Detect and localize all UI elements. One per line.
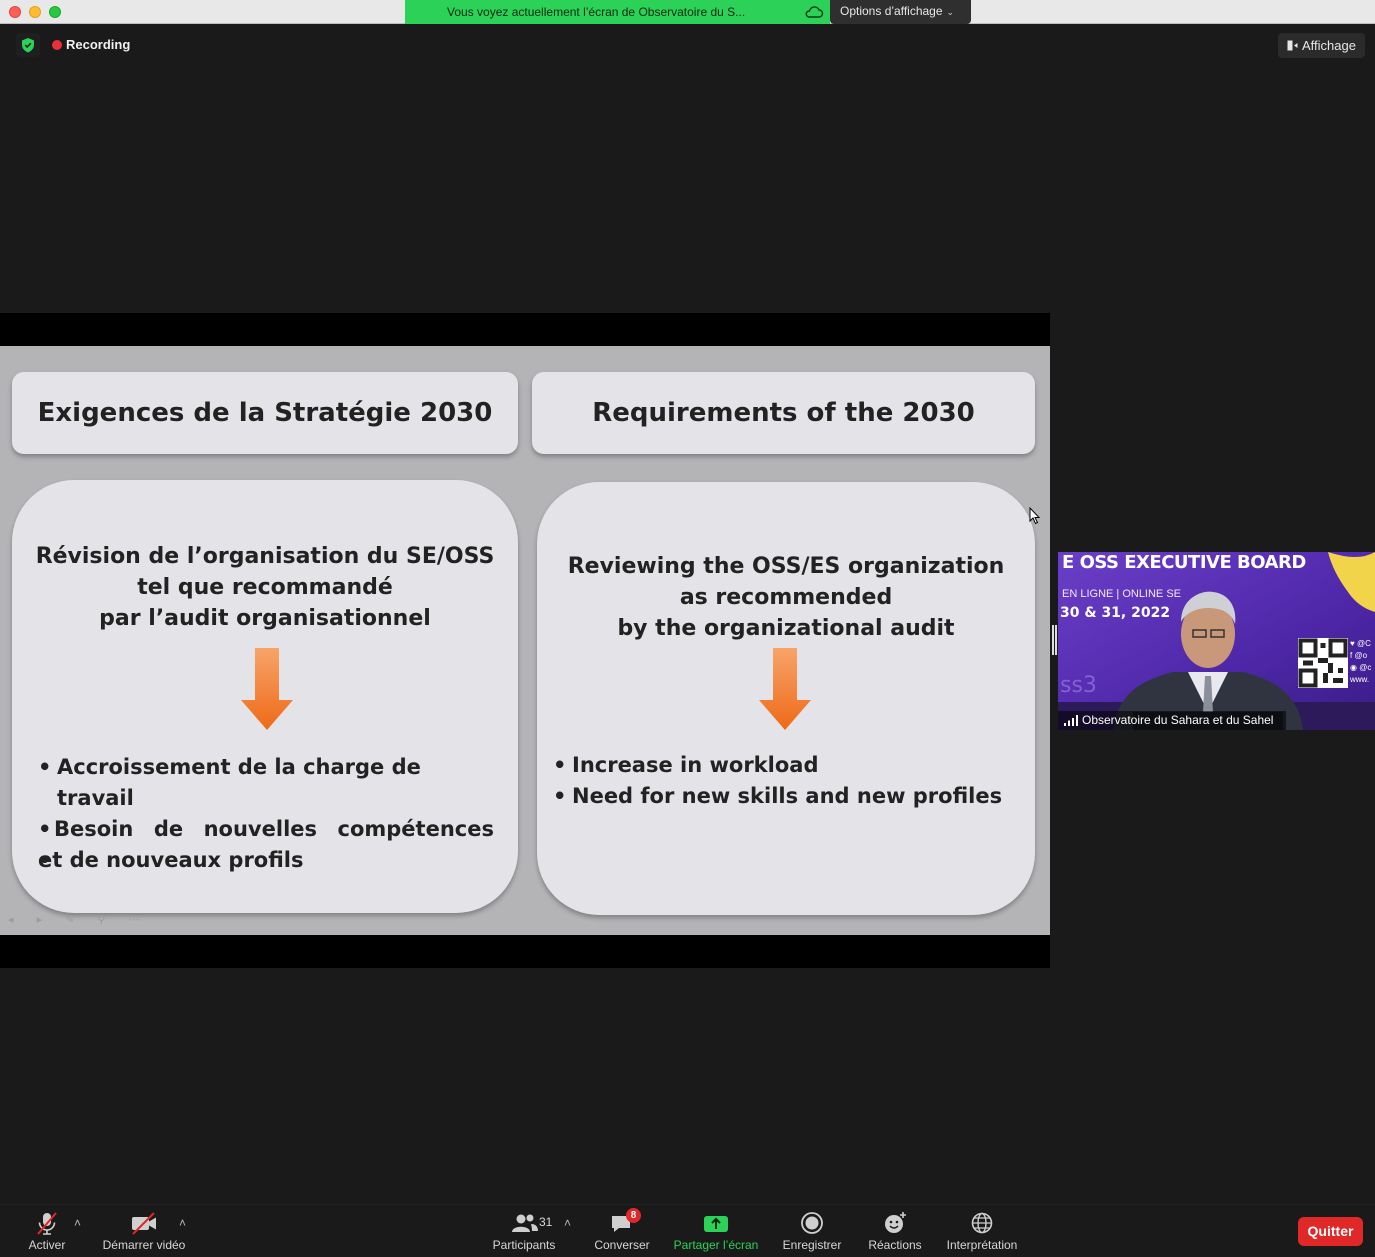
recording-indicator[interactable]: Recording bbox=[52, 36, 130, 54]
participants-options-caret-icon[interactable]: ˄ bbox=[564, 1216, 571, 1230]
heading-line: as recommended bbox=[679, 585, 893, 610]
signal-strength-icon bbox=[1064, 715, 1078, 726]
view-layout-button[interactable]: Affichage bbox=[1278, 33, 1365, 58]
bullet-item: Accroissement de la charge de travail bbox=[38, 752, 494, 814]
chevron-down-icon: ⌄ bbox=[946, 7, 955, 17]
record-button[interactable]: Enregistrer bbox=[776, 1205, 848, 1257]
view-button-label: Affichage bbox=[1302, 38, 1356, 53]
social-line: www. bbox=[1350, 675, 1370, 684]
record-label: Enregistrer bbox=[782, 1238, 842, 1252]
meeting-toolbar: Activer ˄ Démarrer vidéo ˄ Participants … bbox=[0, 1204, 1375, 1257]
recording-label: Recording bbox=[66, 37, 131, 52]
justified-line: Besoin de nouvelles compétences bbox=[54, 814, 494, 845]
heading-line: Révision de l’organisation du SE/OSS bbox=[35, 544, 495, 569]
chat-button[interactable]: Converser bbox=[588, 1205, 656, 1257]
layout-icon bbox=[1287, 40, 1298, 51]
social-handles: ♥ @C f @o ◉ @c www. bbox=[1350, 638, 1375, 686]
muted-microphone-icon bbox=[37, 1212, 57, 1235]
close-window-button[interactable] bbox=[9, 6, 21, 18]
chat-label: Converser bbox=[594, 1238, 650, 1252]
participants-button[interactable]: Participants bbox=[484, 1205, 564, 1257]
view-options-dropdown[interactable]: Options d’affichage ⌄ bbox=[830, 0, 971, 24]
bullet-text: et de nouveaux profils bbox=[38, 848, 304, 872]
participants-label: Participants bbox=[492, 1238, 556, 1252]
slideshow-controls[interactable]: ◂ ▸ ✎ ⚲ ⋯ bbox=[8, 913, 168, 929]
start-video-label: Démarrer vidéo bbox=[102, 1238, 186, 1252]
bullet-word: compétences bbox=[337, 817, 494, 841]
participant-name: Observatoire du Sahara et du Sahel bbox=[1082, 713, 1274, 727]
maximize-window-button[interactable] bbox=[49, 6, 61, 18]
recording-dot-icon bbox=[52, 40, 62, 50]
reactions-button[interactable]: Réactions bbox=[860, 1205, 930, 1257]
heading-line: tel que recommandé bbox=[137, 575, 393, 600]
share-screen-button[interactable]: Partager l’écran bbox=[666, 1205, 766, 1257]
down-arrow-icon bbox=[241, 648, 293, 730]
participant-person bbox=[1113, 591, 1303, 730]
participant-name-label: Observatoire du Sahara et du Sahel bbox=[1058, 711, 1286, 730]
unread-chat-badge: 8 bbox=[626, 1208, 641, 1223]
slide-content-right: Reviewing the OSS/ES organization as rec… bbox=[537, 482, 1035, 915]
heading-line: par l’audit organisationnel bbox=[99, 606, 431, 631]
video-options-caret-icon[interactable]: ˄ bbox=[179, 1216, 186, 1230]
zoom-meeting-window: Vous voyez actuellement l’écran de Obser… bbox=[0, 0, 1375, 1257]
bullet-text: Need for new skills and new profiles bbox=[572, 784, 1003, 808]
slide-heading-right: Reviewing the OSS/ES organization as rec… bbox=[537, 551, 1035, 644]
share-screen-icon bbox=[704, 1216, 728, 1232]
bullet-text: Accroissement de la charge de travail bbox=[57, 755, 421, 810]
globe-icon bbox=[971, 1212, 993, 1234]
social-line: f @o bbox=[1350, 651, 1368, 660]
smiley-icon bbox=[885, 1212, 906, 1233]
record-icon bbox=[801, 1212, 823, 1234]
presentation-slide: Exigences de la Stratégie 2030 Requireme… bbox=[0, 346, 1050, 935]
social-line: ◉ @c bbox=[1350, 663, 1372, 672]
unmute-button[interactable]: Activer bbox=[14, 1205, 80, 1257]
bullet-word: de bbox=[153, 817, 184, 841]
participant-video-tile[interactable]: ss3 E OSS EXECUTIVE BOARD EN LIGNE | ONL… bbox=[1058, 552, 1375, 730]
share-screen-label: Partager l’écran bbox=[673, 1238, 759, 1252]
video-off-icon bbox=[132, 1212, 156, 1235]
screen-share-banner: Vous voyez actuellement l’écran de Obser… bbox=[405, 0, 830, 24]
bullet-item: Besoin de nouvelles compétences bbox=[38, 814, 494, 845]
reactions-label: Réactions bbox=[868, 1238, 922, 1252]
svg-text:ss3: ss3 bbox=[1060, 673, 1097, 698]
shared-screen: Exigences de la Stratégie 2030 Requireme… bbox=[0, 313, 1050, 968]
video-banner-title: E OSS EXECUTIVE BOARD bbox=[1062, 552, 1306, 573]
heading-line: by the organizational audit bbox=[617, 616, 955, 641]
minimize-window-button[interactable] bbox=[29, 6, 41, 18]
qr-code-icon bbox=[1298, 638, 1348, 688]
interpretation-label: Interprétation bbox=[946, 1238, 1018, 1252]
slide-title-left: Exigences de la Stratégie 2030 bbox=[12, 372, 518, 454]
shield-icon bbox=[22, 38, 34, 53]
heading-line: Reviewing the OSS/ES organization bbox=[567, 554, 1005, 579]
mouse-cursor-icon bbox=[1029, 507, 1041, 525]
bullet-word: nouvelles bbox=[203, 817, 318, 841]
slide-title-right: Requirements of the 2030 Strategy bbox=[532, 372, 1035, 510]
down-arrow-icon bbox=[759, 648, 811, 730]
resize-handle-icon[interactable] bbox=[1052, 625, 1057, 655]
slide-heading-left: Révision de l’organisation du SE/OSS tel… bbox=[12, 541, 518, 634]
interpretation-button[interactable]: Interprétation bbox=[938, 1205, 1026, 1257]
leave-meeting-button[interactable]: Quitter bbox=[1298, 1217, 1363, 1246]
view-options-label: Options d’affichage bbox=[840, 4, 943, 18]
bullet-text: Increase in workload bbox=[572, 753, 819, 777]
participants-count: 31 bbox=[539, 1215, 553, 1229]
bullet-continuation: et de nouveaux profils bbox=[38, 845, 494, 876]
slide-content-left: Révision de l’organisation du SE/OSS tel… bbox=[12, 480, 518, 913]
participants-icon bbox=[512, 1214, 538, 1232]
security-shield-icon[interactable] bbox=[16, 33, 40, 57]
audio-options-caret-icon[interactable]: ˄ bbox=[74, 1216, 81, 1230]
unmute-label: Activer bbox=[28, 1238, 66, 1252]
bullet-word: Besoin bbox=[54, 817, 134, 841]
bullet-item: Increase in workload bbox=[553, 750, 1013, 781]
start-video-button[interactable]: Démarrer vidéo bbox=[97, 1205, 191, 1257]
cloud-icon bbox=[805, 6, 824, 18]
bullet-item: Need for new skills and new profiles bbox=[553, 781, 1013, 812]
social-line: ♥ @C bbox=[1350, 639, 1371, 648]
bullet-list-left: Accroissement de la charge de travail Be… bbox=[38, 752, 494, 876]
bullet-list-right: Increase in workload Need for new skills… bbox=[553, 750, 1013, 812]
